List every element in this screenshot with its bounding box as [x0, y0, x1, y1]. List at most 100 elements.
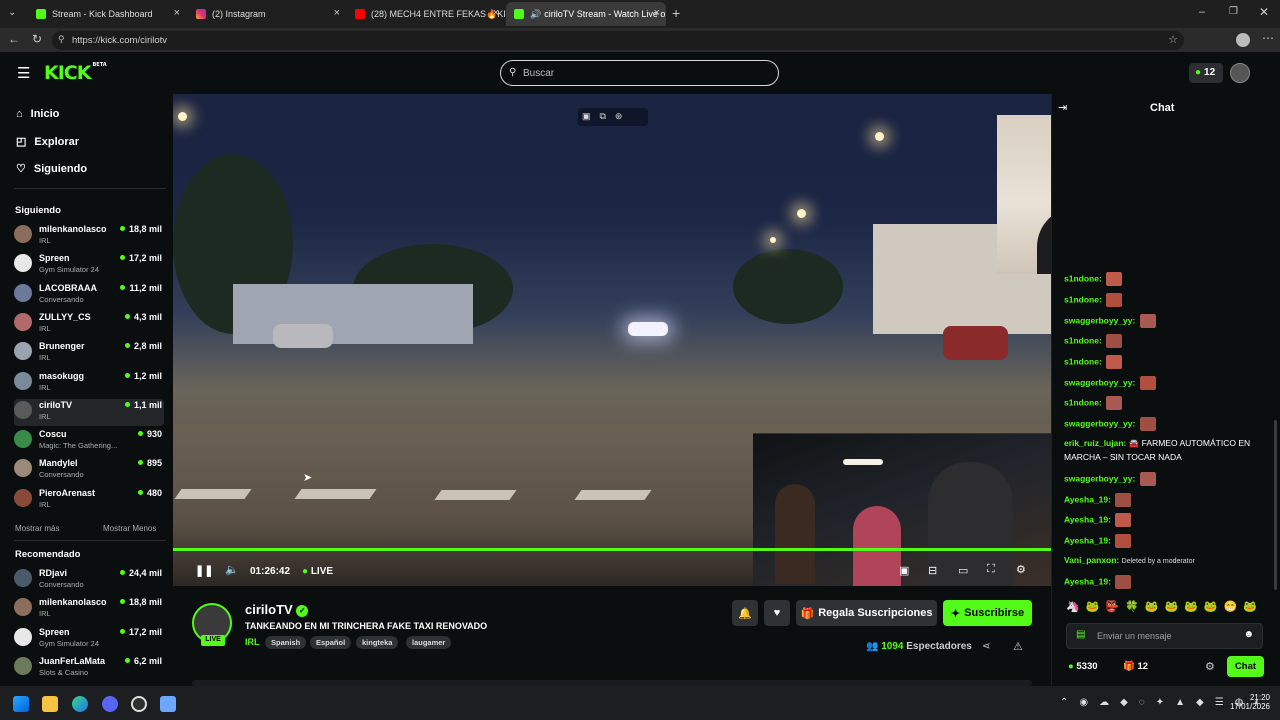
playback-progress-bar[interactable]	[173, 548, 1051, 551]
clip-icon[interactable]: ⊟	[928, 564, 937, 577]
chat-username[interactable]: Ayesha_19:	[1064, 576, 1111, 586]
channel-category: Magic: The Gathering...	[39, 441, 118, 451]
close-tab-icon[interactable]: ×	[493, 7, 499, 19]
windows-start-icon[interactable]	[13, 696, 29, 712]
channel-name: milenkanolasco	[39, 597, 107, 608]
emoji-picker-icon[interactable]: ☻	[1243, 629, 1254, 640]
kick-points-badge[interactable]: ● 12	[1189, 63, 1223, 83]
clock[interactable]: 21:20 17/01/2026	[1230, 693, 1270, 711]
obs-icon[interactable]	[131, 696, 147, 712]
pause-icon[interactable]: ❚❚	[195, 564, 213, 577]
profile-icon[interactable]	[1236, 33, 1250, 47]
tag-chip[interactable]: laugamer	[406, 636, 452, 649]
search-input[interactable]: ⚲ Buscar	[500, 60, 779, 86]
calculator-icon[interactable]	[160, 696, 176, 712]
show-less-link[interactable]: Mostrar Menos	[103, 524, 156, 533]
gift-count[interactable]: 🎁 12	[1123, 661, 1148, 672]
sidebar-channel-item[interactable]: Mandylel Conversando 895	[14, 457, 164, 484]
url-field[interactable]: ⚲ https://kick.com/cirilotv ☆	[52, 31, 1184, 50]
reload-icon[interactable]: ↻	[32, 32, 42, 46]
sidebar-channel-item[interactable]: milenkanolasco IRL 18,8 mil	[14, 596, 164, 623]
chat-scrollbar[interactable]	[1274, 420, 1277, 590]
nav-siguiendo[interactable]: ♡ Siguiendo	[16, 162, 87, 176]
sidebar-channel-item[interactable]: Spreen Gym Simulator 24 17,2 mil	[14, 626, 164, 653]
chat-username[interactable]: swaggerboyy_yy:	[1064, 315, 1135, 325]
chat-username[interactable]: erik_ruiz_lujan:	[1064, 438, 1126, 448]
nav-inicio[interactable]: ⌂ Inicio	[16, 108, 59, 120]
tag-chip[interactable]: kingteka	[356, 636, 399, 649]
new-tab-icon[interactable]: +	[672, 5, 680, 21]
badges-icon[interactable]: ▤	[1076, 629, 1085, 640]
tag-chip[interactable]: Español	[310, 636, 352, 649]
video-player[interactable]: ▣⧉⊛	[173, 94, 1051, 586]
report-icon[interactable]: ⚠	[1013, 640, 1023, 653]
file-explorer-icon[interactable]	[42, 696, 58, 712]
sidebar-channel-item[interactable]: Coscu Magic: The Gathering... 930	[14, 428, 164, 455]
close-tab-icon[interactable]: ×	[334, 7, 340, 19]
settings-gear-icon[interactable]: ⚙	[1016, 563, 1026, 576]
sidebar-channel-item[interactable]: ZULLYY_CS IRL 4,3 mil	[14, 311, 164, 338]
sidebar-channel-item[interactable]: JuanFerLaMata Slots & Casino 6,2 mil	[14, 655, 164, 682]
favorite-star-icon[interactable]: ☆	[1168, 33, 1178, 46]
notification-bell-button[interactable]: 🔔	[732, 600, 758, 626]
browser-tab-dashboard[interactable]: Stream - Kick Dashboard ×	[28, 2, 186, 26]
back-icon[interactable]: ←	[8, 32, 20, 46]
sidebar-channel-item[interactable]: PieroArenast IRL 480	[14, 487, 164, 514]
stream-category[interactable]: IRL	[245, 637, 260, 647]
user-avatar[interactable]	[1230, 63, 1250, 83]
chat-username[interactable]: swaggerboyy_yy:	[1064, 377, 1135, 387]
nav-explorar[interactable]: ◰ Explorar	[16, 135, 79, 149]
browser-tab-cirilotv[interactable]: 🔊 ciriloTV Stream - Watch Live o ×	[506, 2, 666, 26]
maximize-icon[interactable]: ❐	[1229, 6, 1238, 17]
browser-tab-instagram[interactable]: (2) Instagram ×	[188, 2, 346, 26]
sidebar-channel-item[interactable]: RDjavi Conversando 24,4 mil	[14, 567, 164, 594]
close-tab-icon[interactable]: ×	[174, 7, 180, 19]
chat-username[interactable]: Ayesha_19:	[1064, 535, 1111, 545]
chat-settings-icon[interactable]: ⚙	[1205, 660, 1215, 673]
volume-icon[interactable]: 🔈	[225, 563, 239, 576]
chat-username[interactable]: Ayesha_19:	[1064, 494, 1111, 504]
sidebar-channel-item[interactable]: Spreen Gym Simulator 24 17,2 mil	[14, 252, 164, 279]
subscribe-button[interactable]: ✦ Suscribirse	[943, 600, 1032, 626]
chat-username[interactable]: s1ndone:	[1064, 356, 1102, 366]
gift-subscriptions-button[interactable]: 🎁 Regala Suscripciones	[796, 600, 937, 626]
collapse-chat-icon[interactable]: ⇥	[1058, 101, 1067, 114]
show-more-link[interactable]: Mostrar más	[15, 524, 59, 533]
browser-tab-youtube[interactable]: (28) MECH4 ENTRE FEKAS🔥KING ×	[347, 2, 505, 26]
tag-chip[interactable]: Spanish	[265, 636, 307, 649]
menu-dots-icon[interactable]: ⋯	[1262, 31, 1274, 45]
channel-points[interactable]: ● 5330	[1068, 661, 1098, 672]
follow-heart-button[interactable]: ♥	[764, 600, 790, 626]
sidebar-channel-item[interactable]: milenkanolasco IRL 18,8 mil	[14, 223, 164, 250]
sidebar-channel-item[interactable]: masokugg IRL 1,2 mil	[14, 370, 164, 397]
fullscreen-icon[interactable]: ⛶	[987, 563, 995, 576]
send-chat-button[interactable]: Chat	[1227, 656, 1264, 677]
theater-mode-icon[interactable]: ▭	[958, 564, 968, 577]
chat-username[interactable]: swaggerboyy_yy:	[1064, 418, 1135, 428]
kick-logo[interactable]: KICK BETA	[44, 62, 107, 84]
chat-username[interactable]: s1ndone:	[1064, 397, 1102, 407]
site-info-icon[interactable]: ⚲	[58, 34, 65, 45]
discord-icon[interactable]	[102, 696, 118, 712]
channel-name-row[interactable]: ciriloTV ✓	[245, 602, 309, 617]
chat-username[interactable]: Ayesha_19:	[1064, 514, 1111, 524]
chat-username[interactable]: swaggerboyy_yy:	[1064, 473, 1135, 483]
sidebar-channel-item[interactable]: ciriloTV IRL 1,1 mil	[14, 398, 164, 426]
edge-browser-icon[interactable]	[72, 696, 88, 712]
chat-username[interactable]: Vani_panxon:	[1064, 555, 1119, 565]
chat-username[interactable]: s1ndone:	[1064, 294, 1102, 304]
live-indicator[interactable]: ● LIVE	[302, 566, 333, 577]
sidebar-channel-item[interactable]: Brunenger IRL 2,8 mil	[14, 340, 164, 367]
emote-bar[interactable]: 🦄🐸👺🍀🐸🐸🐸🐸😁🐸	[1066, 600, 1263, 613]
tab-list-icon[interactable]: ⌄	[8, 7, 16, 18]
chat-username[interactable]: s1ndone:	[1064, 335, 1102, 345]
share-icon[interactable]: ⋖	[982, 641, 990, 652]
hamburger-menu-icon[interactable]: ☰	[17, 64, 30, 82]
close-window-icon[interactable]: ✕	[1259, 5, 1269, 19]
minimize-icon[interactable]: –	[1199, 6, 1205, 18]
chat-message-input[interactable]: ▤ Enviar un mensaje ☻	[1066, 623, 1263, 649]
sidebar-channel-item[interactable]: LACOBRAAA Conversando 11,2 mil	[14, 282, 164, 309]
chat-username[interactable]: s1ndone:	[1064, 273, 1102, 283]
miniplayer-icon[interactable]: ▣	[899, 564, 909, 577]
close-tab-icon[interactable]: ×	[654, 7, 660, 19]
